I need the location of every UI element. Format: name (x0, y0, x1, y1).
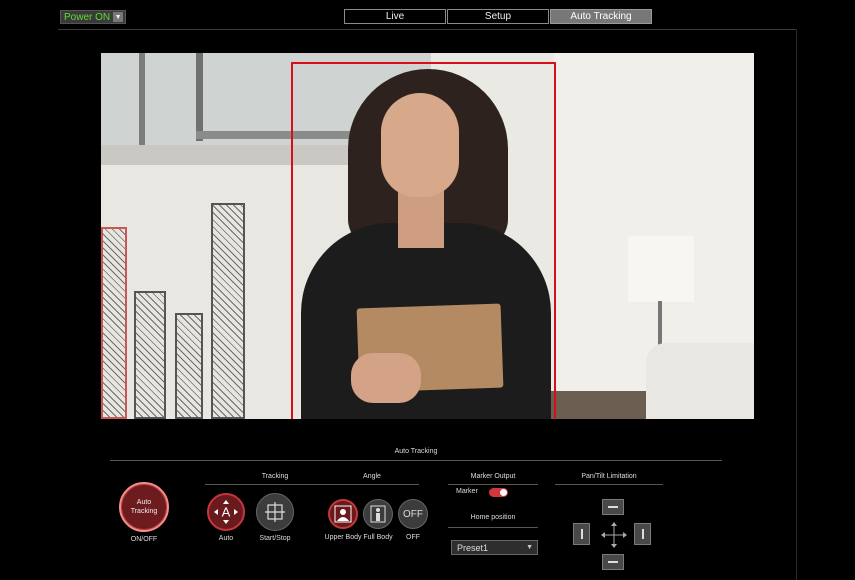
scene-drawn-bar (134, 291, 166, 419)
auto-tracking-arrows-icon: A (214, 500, 238, 524)
pan-tilt-arrows-icon (601, 522, 627, 548)
tab-live[interactable]: Live (344, 9, 446, 24)
scene-sofa (646, 343, 754, 419)
pan-tilt-divider (555, 484, 663, 485)
onoff-caption: ON/OFF (130, 536, 158, 543)
upper-body-icon (334, 505, 352, 523)
marker-output-title: Marker Output (470, 473, 516, 480)
marker-label: Marker (456, 488, 478, 495)
svg-text:A: A (222, 505, 231, 520)
panel-title: Auto Tracking (394, 448, 438, 455)
limit-bar-icon (580, 529, 583, 539)
tracking-start-stop-label: Start/Stop (259, 535, 291, 542)
limit-bar-icon (608, 561, 618, 563)
scene-drawn-bar (175, 313, 203, 419)
camera-live-view[interactable] (101, 53, 754, 419)
tab-auto-tracking[interactable]: Auto Tracking (550, 9, 652, 24)
pan-tilt-title: Pan/Tilt Limitation (581, 473, 637, 480)
home-position-select[interactable]: Preset1 ▼ (451, 540, 538, 555)
scene-drawn-bar (101, 227, 127, 419)
scene-window-frame (139, 53, 145, 148)
angle-title: Angle (363, 473, 381, 480)
tracking-auto-button[interactable]: A (207, 493, 245, 531)
right-divider (796, 29, 797, 580)
angle-off-button-text: OFF (403, 508, 423, 520)
tracking-marker-box (291, 62, 556, 419)
panel-divider (110, 460, 722, 461)
tilt-limit-up-button[interactable] (602, 499, 624, 515)
marker-toggle[interactable] (489, 488, 508, 497)
tracking-auto-label: Auto (218, 535, 234, 542)
home-position-value: Preset1 (457, 542, 489, 553)
scene-drawn-bar (211, 203, 245, 419)
auto-tracking-onoff-button[interactable]: Auto Tracking (119, 482, 169, 532)
pan-limit-right-button[interactable] (634, 523, 651, 545)
tracking-title: Tracking (261, 473, 289, 480)
pan-limit-left-button[interactable] (573, 523, 590, 545)
angle-full-body-button[interactable] (363, 499, 393, 529)
marker-output-divider (448, 484, 538, 485)
crosshair-frame-icon (265, 502, 285, 522)
limit-bar-icon (641, 529, 644, 539)
angle-off-button[interactable]: OFF (398, 499, 428, 529)
limit-bar-icon (608, 506, 618, 508)
top-tabs: Live Setup Auto Tracking (344, 9, 653, 24)
power-label: Power ON (64, 11, 111, 23)
angle-off-label: OFF (406, 534, 420, 541)
home-position-divider (448, 527, 538, 528)
tilt-limit-down-button[interactable] (602, 554, 624, 570)
full-body-icon (370, 505, 386, 523)
toggle-knob (500, 489, 507, 496)
scene-lamp (628, 236, 694, 302)
angle-divider (325, 484, 419, 485)
header-divider (58, 29, 796, 30)
scene-window-frame (196, 53, 203, 141)
angle-upper-body-button[interactable] (328, 499, 358, 529)
tracking-start-stop-button[interactable] (256, 493, 294, 531)
tracking-divider (205, 484, 345, 485)
tab-setup[interactable]: Setup (447, 9, 549, 24)
power-select[interactable]: Power ON ▼ (60, 10, 127, 24)
chevron-down-icon: ▼ (113, 12, 124, 22)
chevron-down-icon: ▼ (526, 544, 533, 551)
auto-tracking-button-text: Auto Tracking (130, 499, 158, 515)
home-position-title: Home position (470, 514, 516, 521)
